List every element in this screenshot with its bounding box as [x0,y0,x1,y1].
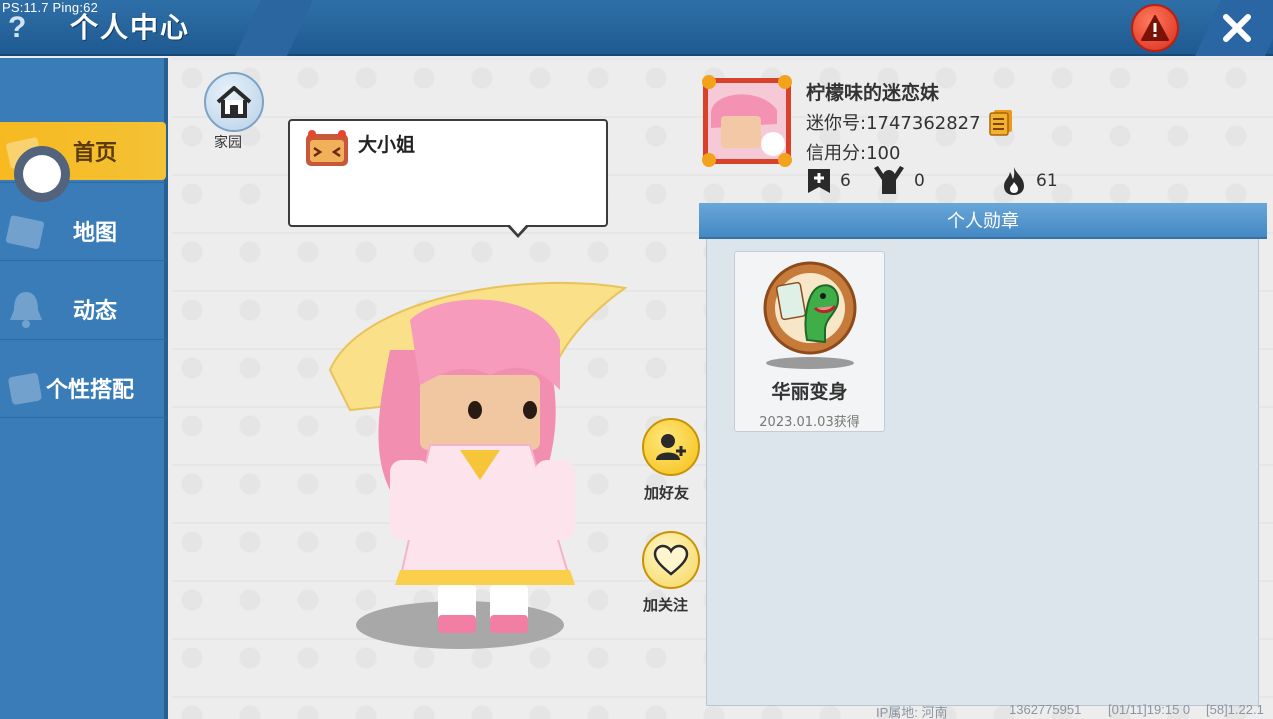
stat-cheers: 0 [872,166,925,196]
stat-value: 61 [1036,171,1058,191]
speech-bubble-tail [509,224,527,234]
sidebar-item-feed[interactable]: 动态 [0,280,166,338]
map-icon [5,215,44,249]
profile-avatar[interactable] [699,72,795,168]
cheer-icon [874,166,904,194]
outfit-icon [8,373,42,405]
footer-ip: IP属地: 河南 [876,705,948,719]
sidebar-item-map[interactable]: 地图 [0,202,166,260]
medal-date: 2023.01.03获得 [759,415,860,430]
add-friend-button[interactable] [642,418,700,476]
touch-cursor [14,146,70,202]
warning-icon [1141,15,1169,41]
stat-likes: 6 [806,166,851,196]
copy-icon[interactable] [988,108,1014,136]
player-title: 大小姐 [358,134,416,156]
report-button[interactable] [1131,4,1179,52]
sidebar-item-label: 首页 [73,141,118,166]
add-friend-icon [656,434,686,460]
plus-flag-icon [808,169,830,193]
sidebar-item-label: 动态 [73,299,118,324]
player-nickname: 柠檬味的迷恋妹 [806,82,940,104]
stat-value: 0 [914,171,925,191]
sidebar-item-outfit[interactable]: 个性搭配 [0,359,166,417]
home-button[interactable] [204,72,264,132]
divider [0,260,166,261]
medal-panel-header: 个人勋章 [699,203,1267,239]
close-button[interactable] [1194,0,1273,56]
sidebar-item-label: 个性搭配 [46,378,135,403]
player-avatar-model [328,281,628,649]
medal-dino-icon [763,261,857,369]
footer-time: [01/11]19:15 0 [1108,702,1191,717]
medal-name: 华丽变身 [771,381,848,403]
footer-uid: 1362775951 [1009,702,1082,717]
house-icon [216,86,252,118]
top-bar [0,0,1273,56]
follow-button[interactable] [642,531,700,589]
stat-value: 6 [840,171,851,191]
close-icon [1222,14,1251,42]
title-badge-icon [306,130,348,166]
follow-label: 加关注 [643,596,689,614]
sidebar-item-label: 地图 [73,221,118,246]
flame-icon [1004,167,1024,195]
home-label: 家园 [214,135,242,151]
footer-version: [58]1.22.1 [1206,702,1264,717]
credit-score: 信用分:100 [806,143,901,164]
divider [0,417,166,418]
bell-icon [10,292,42,328]
heart-icon [653,544,689,576]
player-mini-id: 迷你号:1747362827 [806,113,981,134]
page-title: 个人中心 [70,11,191,44]
divider [0,339,166,340]
medal-card[interactable]: 华丽变身 2023.01.03获得 [734,251,885,432]
add-friend-label: 加好友 [644,484,690,502]
stat-popularity: 61 [1000,166,1058,196]
